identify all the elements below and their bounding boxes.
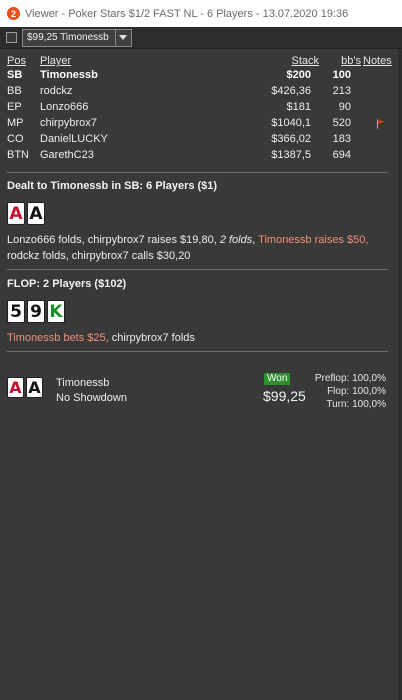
player-name: DanielLUCKY [40, 133, 108, 145]
player-pos: EP [7, 101, 22, 113]
player-pos: BTN [7, 149, 29, 161]
player-bbs: 100 [332, 69, 351, 81]
player-bbs: 183 [332, 133, 351, 145]
player-stack: $1387,5 [271, 149, 311, 161]
player-stack: $200 [286, 69, 311, 81]
equity-flop: Flop: 100,0% [327, 386, 386, 397]
player-row-ep[interactable]: EP Lonzo666 $181 90 [0, 101, 390, 116]
action-text: rodckz folds, chirpybrox7 calls $30,20 [7, 250, 191, 262]
equity-preflop: Preflop: 100,0% [314, 373, 386, 384]
card: K [47, 300, 65, 323]
player-stack: $181 [286, 101, 311, 113]
app-logo-icon: 2 [7, 7, 20, 20]
player-pos: CO [7, 133, 24, 145]
flop-actions: Timonessb bets $25, chirpybrox7 folds [7, 330, 392, 346]
card: A [27, 202, 45, 225]
showdown-status: No Showdown [56, 392, 127, 404]
divider [7, 351, 388, 352]
red-flag-icon[interactable] [376, 119, 386, 129]
hero-action: Timonessb bets $25, [7, 332, 109, 344]
card: A [26, 377, 43, 398]
hole-cards: A A [7, 202, 45, 225]
folds-count: 2 folds [219, 234, 253, 246]
player-name: Lonzo666 [40, 101, 89, 113]
chevron-down-icon [119, 35, 128, 40]
player-stack: $426,36 [271, 85, 311, 97]
player-name: GarethC23 [40, 149, 94, 161]
action-text: chirpybrox7 folds [108, 332, 195, 344]
action-text: Lonzo666 folds, chirpybrox7 raises $19,8… [7, 234, 220, 246]
player-row-bb[interactable]: BB rodckz $426,36 213 [0, 85, 390, 100]
card: A [7, 377, 24, 398]
header-pos[interactable]: Pos [7, 55, 26, 67]
player-name: chirpybrox7 [40, 117, 97, 129]
won-badge: Won [264, 373, 291, 385]
card: 5 [7, 300, 25, 323]
hand-select-value: $99,25 Timonessb [27, 32, 109, 43]
header-notes[interactable]: Notes [363, 55, 392, 67]
scrollbar[interactable] [398, 49, 402, 700]
window-title: Viewer - Poker Stars $1/2 FAST NL - 6 Pl… [25, 7, 349, 20]
won-amount: $99,25 [263, 388, 306, 404]
hand-history-panel: Pos Player Stack bb's Notes SB Timonessb… [0, 49, 402, 700]
player-bbs: 213 [332, 85, 351, 97]
card: 9 [27, 300, 45, 323]
result-player: Timonessb [56, 377, 110, 389]
player-name: Timonessb [40, 69, 98, 81]
header-stack[interactable]: Stack [291, 55, 319, 67]
preflop-actions: Lonzo666 folds, chirpybrox7 raises $19,8… [7, 232, 392, 264]
flop-title: FLOP: 2 Players ($102) [7, 278, 127, 290]
hero-action: Timonessb raises $50, [258, 234, 369, 246]
preflop-title: Dealt to Timonessb in SB: 6 Players ($1) [7, 180, 218, 192]
divider [7, 172, 388, 173]
player-bbs: 694 [332, 149, 351, 161]
player-row-co[interactable]: CO DanielLUCKY $366,02 183 [0, 133, 390, 148]
hand-select-dropdown[interactable]: $99,25 Timonessb [22, 28, 132, 47]
toolbar: $99,25 Timonessb [0, 27, 402, 49]
player-bbs: 90 [338, 101, 351, 113]
player-stack: $366,02 [271, 133, 311, 145]
result-cards: A A [7, 377, 43, 398]
divider [7, 269, 388, 270]
player-row-mp[interactable]: MP chirpybrox7 $1040,1 520 [0, 117, 390, 132]
select-hand-checkbox[interactable] [6, 32, 17, 43]
equity-turn: Turn: 100,0% [326, 399, 386, 410]
header-bbs[interactable]: bb's [341, 55, 361, 67]
flop-board: 5 9 K [7, 300, 65, 323]
player-pos: SB [7, 69, 23, 81]
player-row-btn[interactable]: BTN GarethC23 $1387,5 694 [0, 149, 390, 164]
player-row-sb[interactable]: SB Timonessb $200 100 [0, 69, 390, 84]
title-bar: 2 Viewer - Poker Stars $1/2 FAST NL - 6 … [0, 0, 402, 27]
player-pos: BB [7, 85, 22, 97]
dropdown-button[interactable] [114, 29, 131, 46]
player-bbs: 520 [332, 117, 351, 129]
card: A [7, 202, 25, 225]
header-player[interactable]: Player [40, 55, 71, 67]
player-stack: $1040,1 [271, 117, 311, 129]
player-name: rodckz [40, 85, 73, 97]
player-pos: MP [7, 117, 24, 129]
